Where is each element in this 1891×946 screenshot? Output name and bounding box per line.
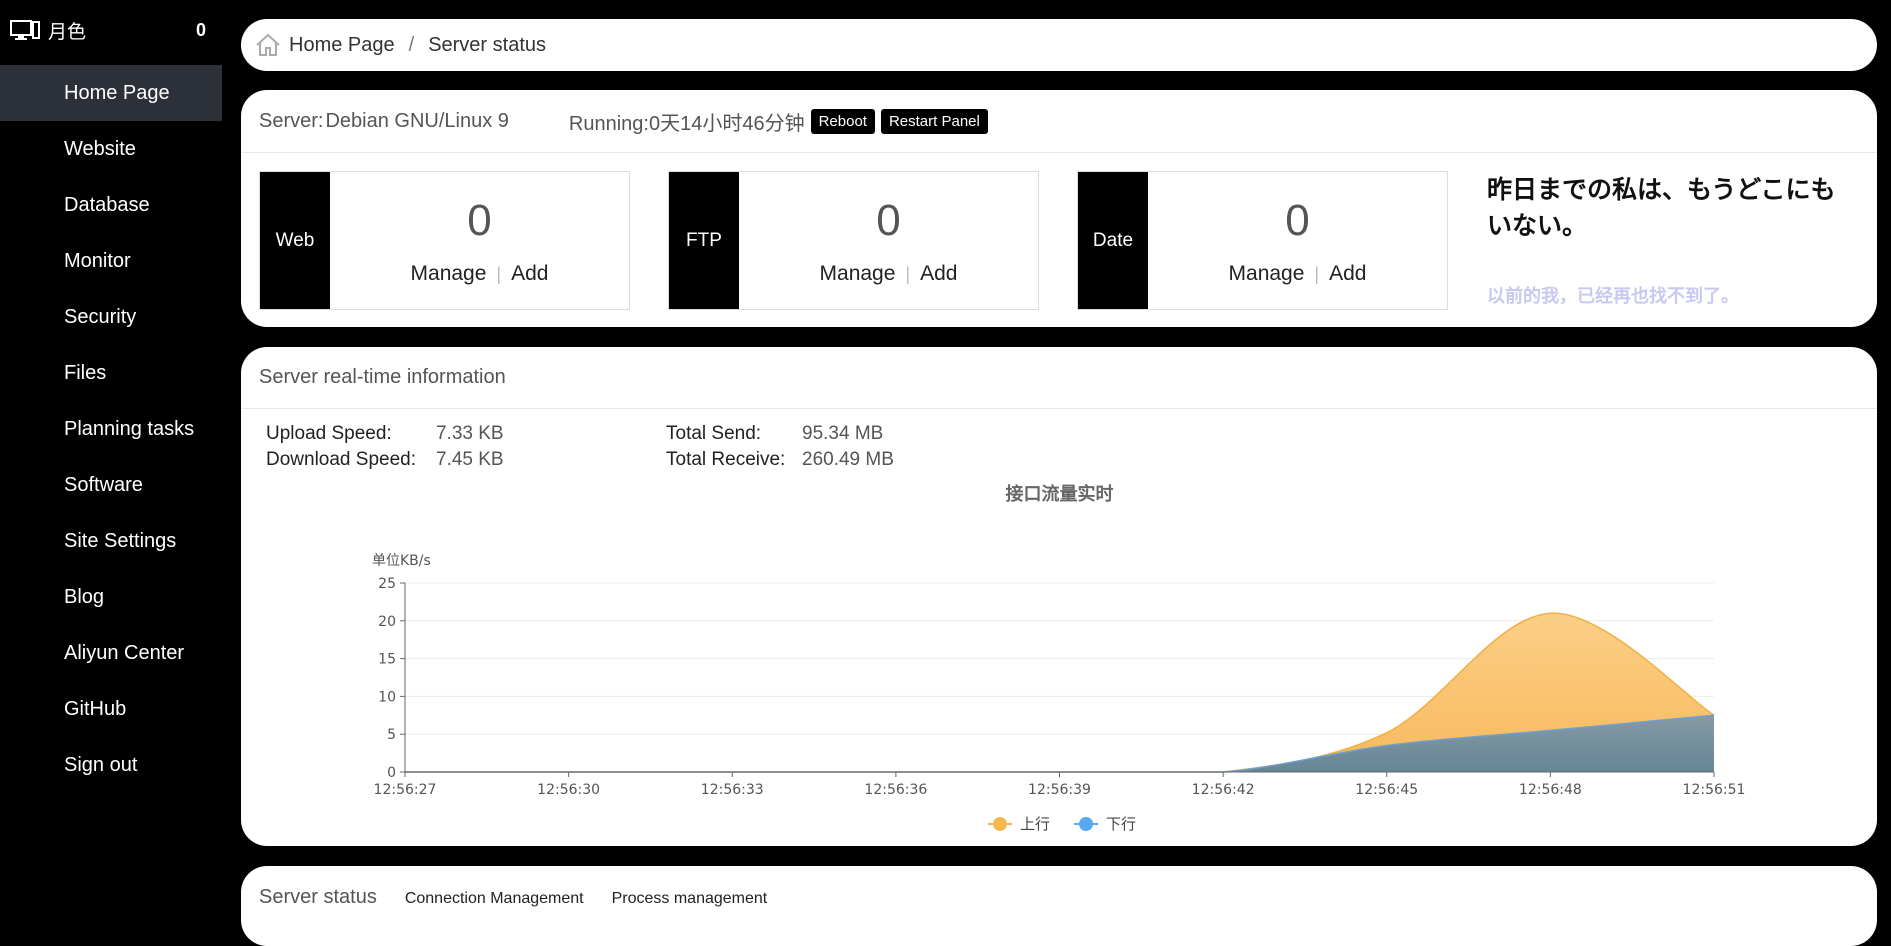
- realtime-title: Server real-time information: [241, 347, 1877, 409]
- download-speed-label: Download Speed:: [266, 449, 416, 470]
- sidebar-nav: Home Page Website Database Monitor Secur…: [0, 65, 222, 793]
- y-tick-label: 10: [378, 689, 396, 705]
- y-tick-label: 0: [387, 765, 396, 781]
- totals-block: Total Send: 95.34 MB Total Receive: 260.49…: [666, 421, 894, 473]
- sidebar-item-planning-tasks[interactable]: Planning tasks: [0, 401, 222, 457]
- reboot-button[interactable]: Reboot: [810, 108, 875, 134]
- server-label: Server:: [259, 109, 324, 132]
- status-title: Server status: [259, 886, 377, 908]
- quote-block: 昨日までの私は、もうどこにもいない。 以前的我，已经再也找不到了。: [1487, 172, 1857, 308]
- stat-box-date: Date 0 Manage | Add: [1077, 171, 1448, 310]
- server-card: Server: Debian GNU/Linux 9 Running:0天14小…: [241, 90, 1877, 327]
- legend-marker: [993, 817, 1007, 831]
- legend-marker: [1079, 817, 1093, 831]
- x-tick-label: 12:56:42: [1192, 782, 1255, 798]
- total-send-label: Total Send:: [666, 423, 762, 444]
- x-tick-label: 12:56:30: [537, 782, 600, 798]
- stat-count: 0: [876, 196, 901, 245]
- download-speed-value: 7.45 KB: [436, 449, 504, 470]
- sidebar-header: 月色 0: [0, 0, 222, 60]
- sidebar-item-site-settings[interactable]: Site Settings: [0, 513, 222, 569]
- legend-label: 下行: [1106, 815, 1136, 833]
- manage-link[interactable]: Manage: [411, 262, 487, 285]
- restart-panel-button[interactable]: Restart Panel: [880, 108, 988, 134]
- stat-box-ftp: FTP 0 Manage | Add: [668, 171, 1039, 310]
- notification-count[interactable]: 0: [196, 20, 206, 41]
- y-tick-label: 25: [378, 576, 396, 592]
- stat-count: 0: [467, 196, 492, 245]
- add-link[interactable]: Add: [1329, 262, 1366, 285]
- monitor-icon: [10, 20, 40, 40]
- stat-box-web: Web 0 Manage | Add: [259, 171, 630, 310]
- y-tick-label: 5: [387, 727, 396, 743]
- sidebar-item-software[interactable]: Software: [0, 457, 222, 513]
- manage-link[interactable]: Manage: [1229, 262, 1305, 285]
- server-uptime: Running:0天14小时46分钟: [568, 112, 805, 135]
- y-axis-label: 单位KB/s: [372, 553, 431, 569]
- stat-tag: Date: [1078, 172, 1148, 309]
- y-tick-label: 15: [378, 652, 396, 668]
- realtime-card: Server real-time information Upload Spee…: [241, 347, 1877, 846]
- speed-block: Upload Speed: 7.33 KB Download Speed: 7.45…: [266, 421, 504, 473]
- breadcrumb-home[interactable]: Home Page: [289, 34, 395, 57]
- stat-tag: Web: [260, 172, 330, 309]
- stat-tag: FTP: [669, 172, 739, 309]
- sidebar-item-aliyun-center[interactable]: Aliyun Center: [0, 625, 222, 681]
- x-tick-label: 12:56:45: [1355, 782, 1418, 798]
- x-tick-label: 12:56:27: [374, 782, 437, 798]
- sidebar-item-home[interactable]: Home Page: [0, 65, 222, 121]
- sidebar-item-blog[interactable]: Blog: [0, 569, 222, 625]
- sidebar-item-website[interactable]: Website: [0, 121, 222, 177]
- x-tick-label: 12:56:48: [1519, 782, 1582, 798]
- total-receive-value: 260.49 MB: [802, 449, 894, 470]
- breadcrumb-separator: /: [408, 33, 415, 56]
- manage-link[interactable]: Manage: [820, 262, 896, 285]
- breadcrumb: Home Page / Server status: [241, 19, 1877, 71]
- x-tick-label: 12:56:36: [864, 782, 927, 798]
- home-icon[interactable]: [255, 33, 281, 57]
- connection-management-link[interactable]: Connection Management: [405, 890, 584, 908]
- quote-chinese: 以前的我，已经再也找不到了。: [1487, 286, 1739, 306]
- x-tick-label: 12:56:33: [701, 782, 764, 798]
- x-tick-label: 12:56:39: [1028, 782, 1091, 798]
- process-management-link[interactable]: Process management: [612, 890, 768, 908]
- add-link[interactable]: Add: [511, 262, 548, 285]
- upload-speed-value: 7.33 KB: [436, 423, 504, 444]
- x-tick-label: 12:56:51: [1683, 782, 1746, 798]
- total-send-value: 95.34 MB: [802, 423, 884, 444]
- legend-label: 上行: [1020, 815, 1050, 833]
- status-card: Server status Connection Management Proc…: [241, 866, 1877, 946]
- sidebar-item-database[interactable]: Database: [0, 177, 222, 233]
- breadcrumb-current: Server status: [428, 33, 547, 56]
- total-receive-label: Total Receive:: [666, 449, 786, 470]
- server-os: Debian GNU/Linux 9: [325, 109, 509, 132]
- add-link[interactable]: Add: [920, 262, 957, 285]
- sidebar-item-files[interactable]: Files: [0, 345, 222, 401]
- quote-japanese: 昨日までの私は、もうどこにもいない。: [1487, 176, 1836, 240]
- sidebar: 月色 0 Home Page Website Database Monitor …: [0, 0, 222, 912]
- server-header: Server: Debian GNU/Linux 9 Running:0天14小…: [241, 90, 1877, 153]
- sidebar-item-monitor[interactable]: Monitor: [0, 233, 222, 289]
- site-title: 月色: [48, 21, 87, 43]
- chart-title: 接口流量实时: [1006, 483, 1114, 505]
- sidebar-item-github[interactable]: GitHub: [0, 681, 222, 737]
- sidebar-item-security[interactable]: Security: [0, 289, 222, 345]
- y-tick-label: 20: [378, 614, 396, 630]
- traffic-chart: 接口流量实时单位KB/s 0 5 10 15 20 25 12:56:27 12:56:30 12…: [372, 483, 1746, 833]
- sidebar-item-sign-out[interactable]: Sign out: [0, 737, 222, 793]
- upload-speed-label: Upload Speed:: [266, 423, 392, 444]
- stat-count: 0: [1285, 196, 1310, 245]
